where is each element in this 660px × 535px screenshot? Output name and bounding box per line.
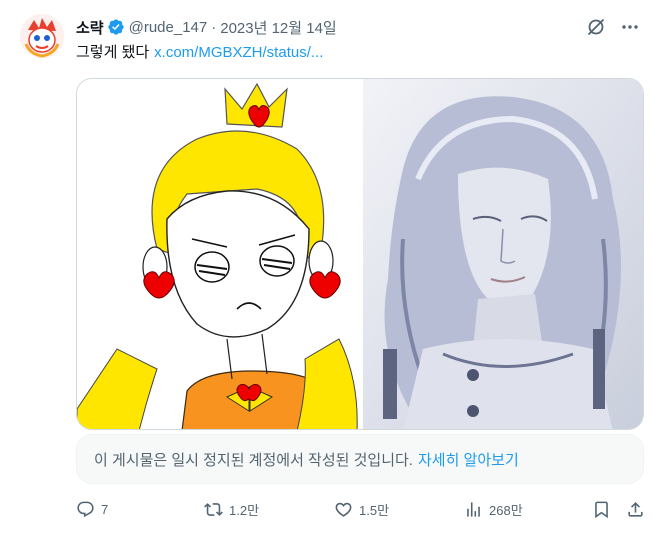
display-name[interactable]: 소략 [76, 17, 104, 38]
action-bar: 7 1.2만 1.5만 268만 [76, 498, 648, 520]
repost-count: 1.2만 [229, 502, 260, 518]
repost-button[interactable]: 1.2만 [204, 498, 259, 520]
heart-icon [335, 502, 352, 517]
like-count: 1.5만 [359, 502, 390, 518]
bookmark-button[interactable] [592, 498, 611, 520]
views-button[interactable]: 268만 [464, 498, 523, 520]
suspended-account-notice: 이 게시물은 일시 정지된 계정에서 작성된 것입니다. 자세히 알아보기 [76, 434, 644, 484]
share-icon [628, 501, 643, 517]
like-button[interactable]: 1.5만 [334, 498, 389, 520]
verified-badge-icon[interactable] [107, 18, 125, 36]
tweet-date[interactable]: 2023년 12월 14일 [220, 17, 336, 38]
tweet-text: 그렇게 됐다 x.com/MGBXZH/status/... [76, 41, 323, 62]
media-grid [76, 78, 644, 430]
share-button[interactable] [626, 498, 645, 520]
reply-count: 7 [101, 501, 109, 517]
more-options-icon[interactable] [620, 17, 640, 37]
views-count: 268만 [489, 502, 523, 518]
media-image-silver-haired-man[interactable] [363, 79, 643, 429]
tweet-link[interactable]: x.com/MGBXZH/status/... [154, 44, 323, 61]
learn-more-link[interactable]: 자세히 알아보기 [418, 449, 519, 470]
notice-text: 이 게시물은 일시 정지된 계정에서 작성된 것입니다. [94, 451, 413, 469]
avatar-image [20, 14, 64, 58]
avatar[interactable] [20, 14, 64, 58]
separator-dot: · [211, 18, 217, 36]
header-actions [586, 17, 640, 37]
tweet-body: 그렇게 됐다 [76, 44, 150, 61]
tweet: 소략 @rude_147 · 2023년 12월 14일 그렇게 됐다 x.co… [0, 0, 660, 535]
media-image-cartoon-princess[interactable] [77, 79, 359, 429]
bar-chart-icon [467, 501, 480, 517]
author-handle[interactable]: @rude_147 [129, 19, 208, 36]
grok-icon[interactable] [586, 17, 606, 37]
reply-button[interactable]: 7 [76, 498, 108, 520]
repost-icon [204, 502, 223, 516]
reply-icon [77, 501, 94, 517]
tweet-header: 소략 @rude_147 · 2023년 12월 14일 [76, 16, 640, 38]
bookmark-icon [595, 501, 608, 518]
